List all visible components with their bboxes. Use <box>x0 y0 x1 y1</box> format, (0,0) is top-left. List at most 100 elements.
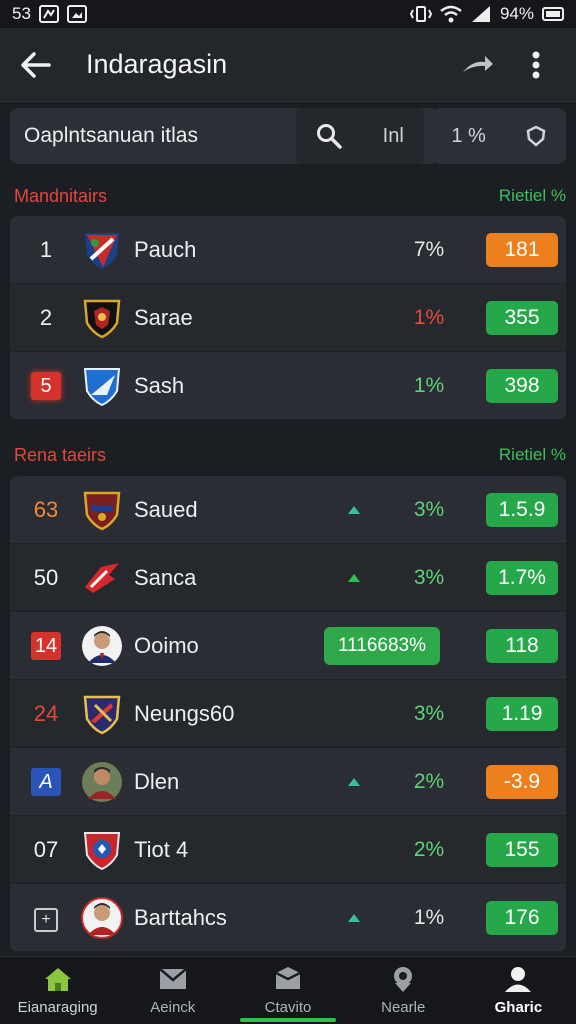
percent-value: 7% <box>413 237 445 261</box>
rank: 1 <box>39 236 53 262</box>
share-button[interactable] <box>456 43 500 87</box>
table-row[interactable]: 50 Sanca 3% 1.7% <box>10 544 566 612</box>
nav-item-location[interactable]: Nearle <box>346 957 461 1024</box>
team-logo-icon <box>80 364 124 408</box>
nav-label: Eianaraging <box>17 999 98 1016</box>
search-bar: Oaplntsanuan itlas Inl 1 % <box>10 108 566 164</box>
section-title: Rena taeirs <box>14 444 107 465</box>
team-name: Sash <box>134 372 185 398</box>
wifi-icon <box>440 5 462 23</box>
percent-value: 1% <box>413 373 445 397</box>
table-row[interactable]: 63 Saued 3% 1.5.9 <box>10 476 566 544</box>
table-row[interactable]: 1 Pauch 7% 181 <box>10 216 566 284</box>
team-name: Saued <box>134 496 198 522</box>
nav-item-home[interactable]: Eianaraging <box>0 957 115 1024</box>
leaderboard-table-1: 1 Pauch 7% 181 2 Sarae 1% 355 5 Sash 1% … <box>10 216 566 420</box>
active-indicator <box>240 1018 336 1022</box>
score-badge: 1.5.9 <box>486 492 558 527</box>
trend-up-icon <box>334 777 374 787</box>
box-icon <box>275 967 301 989</box>
rank: 63 <box>33 496 59 522</box>
table-row[interactable]: 24 Neungs60 3% 1.19 <box>10 680 566 748</box>
team-name: Pauch <box>134 236 197 262</box>
section-header-2: Rena taeirs Rietiel % <box>14 443 566 467</box>
trend-up-icon <box>334 573 374 583</box>
table-row[interactable]: 07 Tiot 4 2% 155 <box>10 816 566 884</box>
status-bar: 53 94% <box>0 0 576 28</box>
percent-value: 2% <box>413 837 445 861</box>
search-segment-label: Inl <box>382 124 404 147</box>
nav-label: Ctavito <box>264 999 312 1016</box>
home-icon <box>44 968 71 991</box>
player-avatar <box>80 896 124 940</box>
player-name: Dlen <box>134 768 180 794</box>
rank-badge: + <box>34 907 58 932</box>
share-icon <box>463 55 493 72</box>
table-row[interactable]: 2 Sarae 1% 355 <box>10 284 566 352</box>
percent-value: 3% <box>413 701 445 725</box>
nav-item-profile[interactable]: Gharic <box>461 957 576 1024</box>
nav-label: Nearle <box>381 999 426 1016</box>
player-avatar <box>80 760 124 804</box>
image-notification-icon <box>66 5 87 23</box>
section-right-label: Rietiel % <box>498 186 566 205</box>
score-badge: 1.7% <box>486 560 558 595</box>
rank: + <box>22 904 70 932</box>
rank: 50 <box>33 564 59 590</box>
table-row[interactable]: 14 Ooimo 1116683% 118 <box>10 612 566 680</box>
bottom-navigation: Eianaraging Aeinck Ctavito Nearle Gharic <box>0 956 576 1024</box>
battery-percent: 94% <box>499 4 534 23</box>
team-name: Tiot 4 <box>134 836 189 862</box>
team-logo-icon <box>80 828 124 872</box>
app-bar: Indaragasin <box>0 28 576 102</box>
table-row[interactable]: 5 Sash 1% 398 <box>10 352 566 420</box>
search-segment[interactable]: Inl <box>296 108 424 164</box>
rank: 2 <box>39 304 53 330</box>
nav-item-box[interactable]: Ctavito <box>230 957 345 1024</box>
score-badge: 355 <box>486 300 558 335</box>
percent-value: 1% <box>413 905 445 929</box>
profile-icon <box>505 967 532 992</box>
page-title: Indaragasin <box>86 49 228 79</box>
percent-pill: 1116683% <box>324 626 440 665</box>
player-name: Barttahcs <box>134 904 227 930</box>
nav-label: Aeinck <box>150 999 196 1016</box>
shield-icon <box>526 125 545 147</box>
rank: 14 <box>22 631 70 660</box>
filter-button[interactable]: 1 % <box>432 108 566 164</box>
player-name: Ooimo <box>134 632 199 658</box>
rank: 5 <box>22 371 70 400</box>
score-badge: 398 <box>486 368 558 403</box>
score-badge: 181 <box>486 232 558 267</box>
score-badge: -3.9 <box>486 764 558 799</box>
team-name: Sarae <box>134 304 193 330</box>
team-name: Sanca <box>134 564 197 590</box>
filter-label: 1 % <box>451 124 486 147</box>
section-right-label: Rietiel % <box>498 445 566 464</box>
rank-badge: 14 <box>31 631 61 660</box>
location-icon <box>394 967 413 992</box>
trend-up-icon <box>334 505 374 515</box>
back-button[interactable] <box>18 47 54 83</box>
nav-item-inbox[interactable]: Aeinck <box>115 957 230 1024</box>
table-row[interactable]: A Dlen 2% -3.9 <box>10 748 566 816</box>
rank: 24 <box>33 700 59 726</box>
arrow-left-icon <box>21 51 51 78</box>
player-avatar <box>80 624 124 668</box>
more-vertical-icon <box>532 51 540 78</box>
leaderboard-table-2: 63 Saued 3% 1.5.9 50 Sanca 3% 1.7% 14 Oo… <box>10 476 566 952</box>
score-badge: 1.19 <box>486 696 558 731</box>
status-time: 53 <box>12 4 31 23</box>
more-options-button[interactable] <box>514 43 558 87</box>
notification-icon <box>38 5 59 23</box>
percent-value: 3% <box>413 497 445 521</box>
vibrate-icon <box>409 6 432 22</box>
section-title: Mandnitairs <box>14 185 108 206</box>
section-header-1: Mandnitairs Rietiel % <box>14 184 566 208</box>
score-badge: 155 <box>486 832 558 867</box>
search-icon <box>317 124 342 149</box>
rank: A <box>22 767 70 796</box>
team-logo-icon <box>80 228 124 272</box>
table-row[interactable]: + Barttahcs 1% 176 <box>10 884 566 952</box>
percent-value: 1% <box>413 305 445 329</box>
